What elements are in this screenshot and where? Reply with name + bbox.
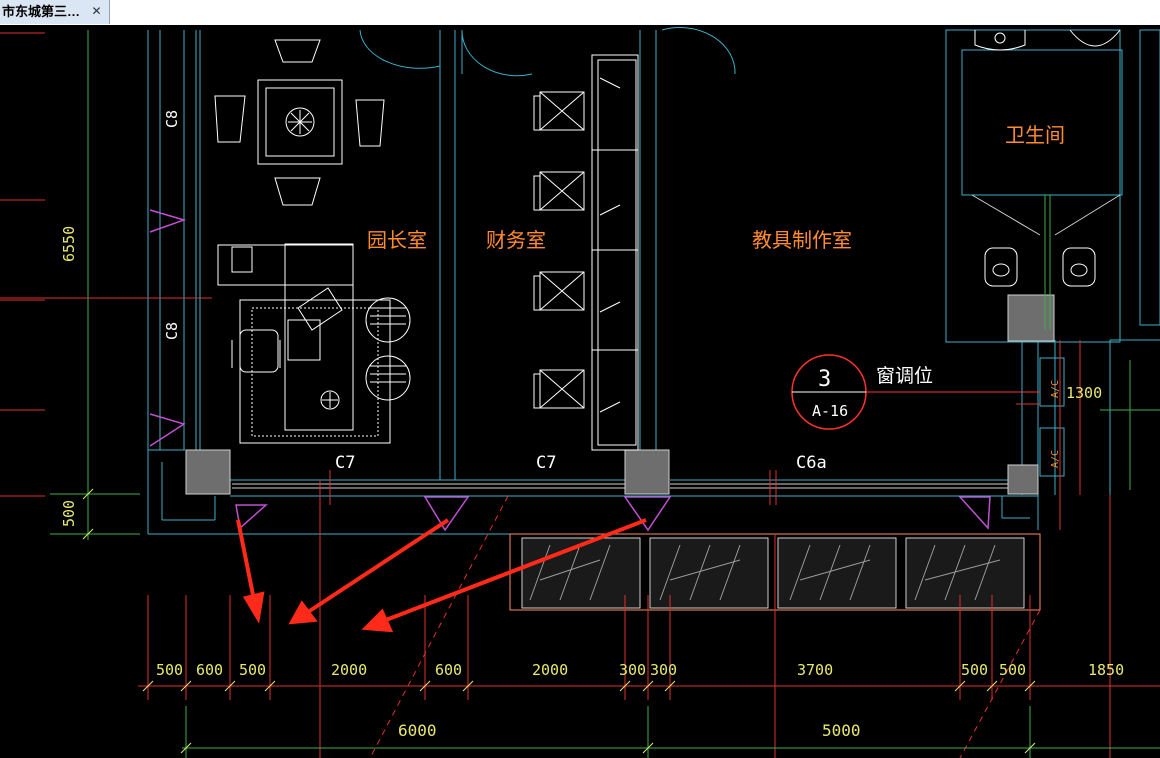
dim-label: 500 <box>961 661 988 679</box>
window-label-c6a: C6a <box>796 453 827 473</box>
ac-tag-upper: A/C <box>1050 380 1061 398</box>
ac-tag-lower: A/C <box>1050 450 1061 468</box>
dim-label: 300 <box>619 661 646 679</box>
room-label-principal: 园长室 <box>367 228 427 252</box>
callout-sheet: A-16 <box>812 402 848 420</box>
callout-note: 窗调位 <box>876 365 933 387</box>
document-tab-title: 市东城第三… <box>2 4 81 19</box>
room-label-teaching-aids: 教具制作室 <box>752 228 852 252</box>
dim-label: 500 <box>239 661 266 679</box>
close-tab-icon[interactable]: ✕ <box>89 4 104 19</box>
dimension-sill-label: 500 <box>60 500 78 527</box>
dim-label: 600 <box>196 661 223 679</box>
dim-label: 2000 <box>331 661 367 679</box>
dim-label: 600 <box>435 661 462 679</box>
dim-label: 2000 <box>532 661 568 679</box>
window-label-c7-right: C7 <box>536 453 556 473</box>
cad-drawing-canvas[interactable]: 6550 500 C8 C8 A/C A/C 园长室 财务室 教具制作室 卫生间… <box>0 25 1160 758</box>
window-label-c8-upper: C8 <box>163 110 181 128</box>
window-label-c7-left: C7 <box>335 453 355 473</box>
room-label-finance: 财务室 <box>486 228 546 252</box>
window-label-c8-lower: C8 <box>163 322 181 340</box>
dim-label: 500 <box>156 661 183 679</box>
room-label-restroom: 卫生间 <box>1005 123 1065 147</box>
dim-label: 1850 <box>1088 661 1124 679</box>
document-tab-bar: 市东城第三… ✕ <box>0 0 1160 26</box>
document-tab[interactable]: 市东城第三… ✕ <box>0 0 110 24</box>
right-dimension-label: 1300 <box>1066 384 1102 402</box>
callout-number: 3 <box>818 367 831 392</box>
overall-dimension-left: 6000 <box>398 721 437 740</box>
overall-dimension-right: 5000 <box>822 721 861 740</box>
dim-label: 500 <box>999 661 1026 679</box>
dimension-height-label: 6550 <box>60 226 78 262</box>
dim-label: 3700 <box>797 661 833 679</box>
dim-label: 300 <box>650 661 677 679</box>
